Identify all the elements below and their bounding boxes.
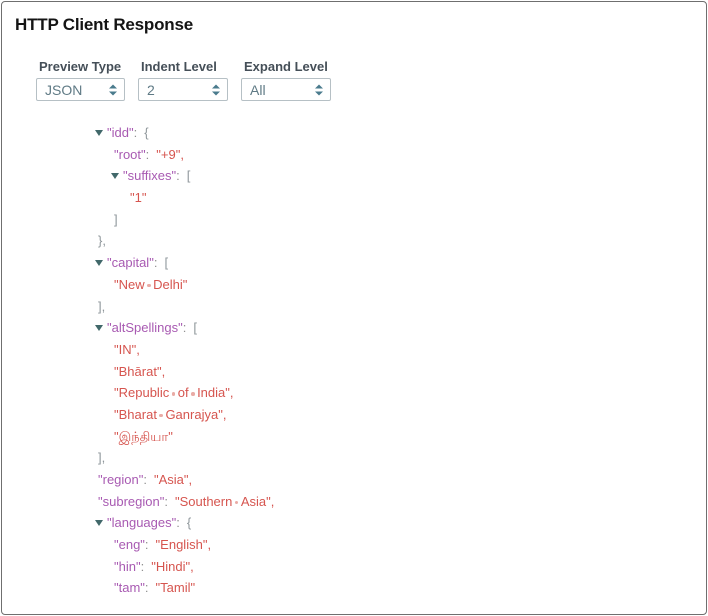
json-tree-line: "IN", (114, 341, 140, 357)
json-tree-line: "languages":{ (95, 512, 706, 534)
json-tree-line: }, (98, 233, 106, 249)
json-key: "eng" (114, 537, 145, 553)
json-string-value: "Asia" (154, 472, 189, 487)
preview-type-label: Preview Type (39, 59, 122, 74)
json-key: "idd" (107, 125, 134, 140)
json-string-value: "இந்தியா" (114, 428, 173, 444)
collapse-toggle-icon[interactable] (95, 519, 103, 526)
json-tree-line: "altSpellings":[ (95, 317, 706, 339)
expand-level-control: Expand Level All (241, 59, 331, 101)
json-key: "hin" (114, 558, 141, 574)
json-tree-line: "suffixes":[ (98, 165, 706, 187)
json-tree-line: ] (114, 211, 118, 227)
json-tree-line: "capital":[ (95, 252, 706, 274)
preview-controls: Preview Type JSON Indent Level 2 Expand … (36, 59, 706, 101)
http-client-response-panel: HTTP Client Response Preview Type JSON I… (1, 1, 707, 615)
json-tree-line: "idd":{ (95, 122, 706, 144)
collapse-toggle-icon[interactable] (111, 172, 119, 179)
json-tree-line: "subregion": "Southern Asia", (98, 493, 275, 509)
select-spinner-icon (315, 84, 323, 95)
preview-type-value: JSON (45, 81, 83, 98)
json-key: "region" (98, 472, 144, 487)
collapse-toggle-icon[interactable] (95, 259, 103, 266)
json-string-value: "Tamil" (155, 580, 196, 596)
json-key: "root" (114, 146, 146, 162)
json-key: "subregion" (98, 493, 165, 509)
json-tree-line: "hin": "Hindi", (114, 558, 194, 574)
indent-level-label: Indent Level (141, 59, 217, 74)
preview-type-control: Preview Type JSON (36, 59, 125, 101)
json-tree-line: "இந்தியா" (98, 426, 706, 448)
select-spinner-icon (212, 84, 220, 95)
json-tree: "idd":{"root": "+9", "suffixes":["1"]}, "ca… (2, 122, 706, 599)
json-tree-line: "Bharat Ganrajya", (114, 406, 227, 422)
json-string-value: "+9" (156, 146, 181, 162)
json-tree-line: "root": "+9", (114, 146, 184, 162)
json-tree-line: "New Delhi" (98, 274, 706, 296)
collapse-toggle-icon[interactable] (95, 324, 103, 331)
json-string-value: "Bharat Ganrajya" (114, 406, 223, 422)
indent-level-control: Indent Level 2 (138, 59, 228, 101)
json-tree-line: "Bhārat", (114, 363, 166, 379)
expand-level-select[interactable]: All (241, 78, 331, 101)
collapse-toggle-icon[interactable] (95, 129, 103, 136)
json-key: "suffixes" (123, 168, 177, 184)
json-string-value: "Bhārat" (114, 363, 162, 379)
json-tree-line: ], (98, 298, 106, 314)
json-string-value: "1" (130, 190, 147, 206)
json-tree-line: "eng": "English", (114, 537, 212, 553)
json-tree-line: "region": "Asia", (98, 472, 193, 487)
json-key: "languages" (107, 515, 177, 531)
json-string-value: "Southern Asia" (174, 493, 271, 509)
json-string-value: "IN" (114, 341, 137, 357)
indent-level-value: 2 (147, 81, 155, 98)
expand-level-value: All (250, 81, 266, 98)
expand-level-label: Expand Level (244, 59, 328, 74)
json-string-value: "New Delhi" (114, 276, 188, 292)
panel-title: HTTP Client Response (15, 15, 193, 34)
json-tree-line: "1" (98, 187, 706, 209)
json-string-value: "Hindi" (151, 558, 191, 574)
json-key: "altSpellings" (107, 320, 183, 336)
json-tree-line: "tam": "Tamil" (114, 580, 196, 596)
json-tree-line: ], (98, 450, 106, 466)
preview-type-select[interactable]: JSON (36, 78, 125, 101)
json-tree-line: "Republic of India", (114, 385, 234, 401)
json-string-value: "English" (155, 537, 208, 553)
json-key: "tam" (114, 580, 145, 596)
indent-level-select[interactable]: 2 (138, 78, 228, 101)
json-key: "capital" (107, 255, 154, 271)
select-spinner-icon (109, 84, 117, 95)
json-string-value: "Republic of India" (114, 385, 230, 401)
